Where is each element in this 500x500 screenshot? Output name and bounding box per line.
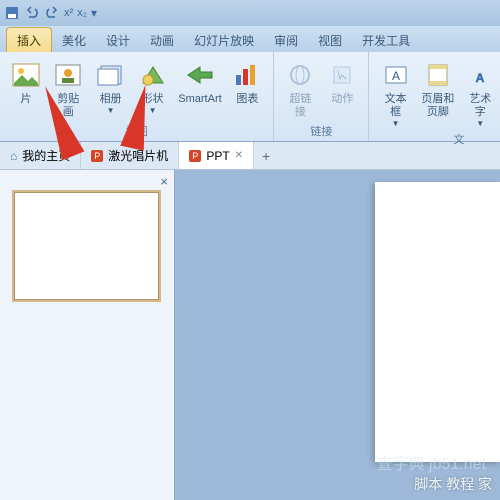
ppt-icon: P xyxy=(91,150,103,162)
smartart-icon xyxy=(184,59,216,91)
group-text: A文本框▼ 页眉和 页脚 A艺术字▼ 日期 时间 文 xyxy=(369,52,500,141)
group-links: 超链接 动作 链接 xyxy=(274,52,369,141)
link-icon xyxy=(284,59,316,91)
textbox-button[interactable]: A 文本框▼ xyxy=(375,56,415,131)
action-label: 动作 xyxy=(331,93,353,106)
slide-thumbnail-1[interactable] xyxy=(14,192,159,300)
chevron-down-icon: ▼ xyxy=(392,119,400,128)
qat-superscript-icon[interactable]: x² xyxy=(64,7,73,19)
watermark-bottom: 脚本 教程 家 xyxy=(414,474,492,494)
headerfooter-label: 页眉和 页脚 xyxy=(421,93,454,119)
album-label: 相册 xyxy=(100,93,122,106)
qat-dropdown-icon[interactable]: ▾ xyxy=(91,6,97,20)
chevron-down-icon: ▼ xyxy=(476,119,484,128)
add-tab-button[interactable]: + xyxy=(254,148,278,164)
chevron-down-icon: ▼ xyxy=(107,106,115,115)
group-name-text: 文 xyxy=(453,131,464,147)
wordart-button[interactable]: A 艺术字▼ xyxy=(460,56,500,131)
group-name-links: 链接 xyxy=(310,123,332,139)
ribbon-tab-strip: 插入 美化 设计 动画 幻灯片放映 审阅 视图 开发工具 xyxy=(0,26,500,52)
action-icon xyxy=(326,59,358,91)
home-icon: ⌂ xyxy=(10,149,17,163)
action-button[interactable]: 动作 xyxy=(322,56,362,123)
quick-access-toolbar: x² x₂ ▾ xyxy=(0,0,500,26)
picture-label: 片 xyxy=(21,93,32,106)
close-icon[interactable]: ✕ xyxy=(235,150,243,161)
hyperlink-label: 超链接 xyxy=(284,93,316,119)
chart-label: 图表 xyxy=(236,93,258,106)
ppt-icon: P xyxy=(189,150,201,162)
svg-text:A: A xyxy=(476,71,485,85)
album-button[interactable]: 相册▼ xyxy=(91,56,131,123)
save-icon[interactable] xyxy=(4,5,20,21)
tab-devtools[interactable]: 开发工具 xyxy=(352,28,420,52)
svg-text:A: A xyxy=(392,69,400,83)
tab-beautify[interactable]: 美化 xyxy=(52,28,96,52)
tab-review[interactable]: 审阅 xyxy=(264,28,308,52)
doctab-file2[interactable]: P PPT ✕ xyxy=(179,142,254,169)
qat-subscript-icon[interactable]: x₂ xyxy=(77,7,87,19)
chart-button[interactable]: 图表 xyxy=(227,56,267,123)
chart-icon xyxy=(231,59,263,91)
tab-animation[interactable]: 动画 xyxy=(140,28,184,52)
tab-slideshow[interactable]: 幻灯片放映 xyxy=(184,28,264,52)
tab-insert[interactable]: 插入 xyxy=(6,27,52,52)
album-icon xyxy=(95,59,127,91)
tab-design[interactable]: 设计 xyxy=(96,28,140,52)
wordart-icon: A xyxy=(464,59,496,91)
smartart-button[interactable]: SmartArt xyxy=(175,56,226,123)
undo-icon[interactable] xyxy=(24,5,40,21)
textbox-label: 文本框 xyxy=(379,93,411,119)
tab-view[interactable]: 视图 xyxy=(308,28,352,52)
doctab-label: PPT xyxy=(206,149,229,163)
thumbnail-panel: × xyxy=(0,170,175,500)
smartart-label: SmartArt xyxy=(178,93,221,106)
headerfooter-icon xyxy=(422,59,454,91)
close-panel-icon[interactable]: × xyxy=(160,174,168,189)
wordart-label: 艺术字 xyxy=(464,93,496,119)
hyperlink-button[interactable]: 超链接 xyxy=(280,56,320,123)
headerfooter-button[interactable]: 页眉和 页脚 xyxy=(418,56,458,131)
slide[interactable] xyxy=(375,182,500,462)
textbox-icon: A xyxy=(380,59,412,91)
watermark-top: 查字典 jb51.net xyxy=(377,450,486,474)
redo-icon[interactable] xyxy=(44,5,60,21)
